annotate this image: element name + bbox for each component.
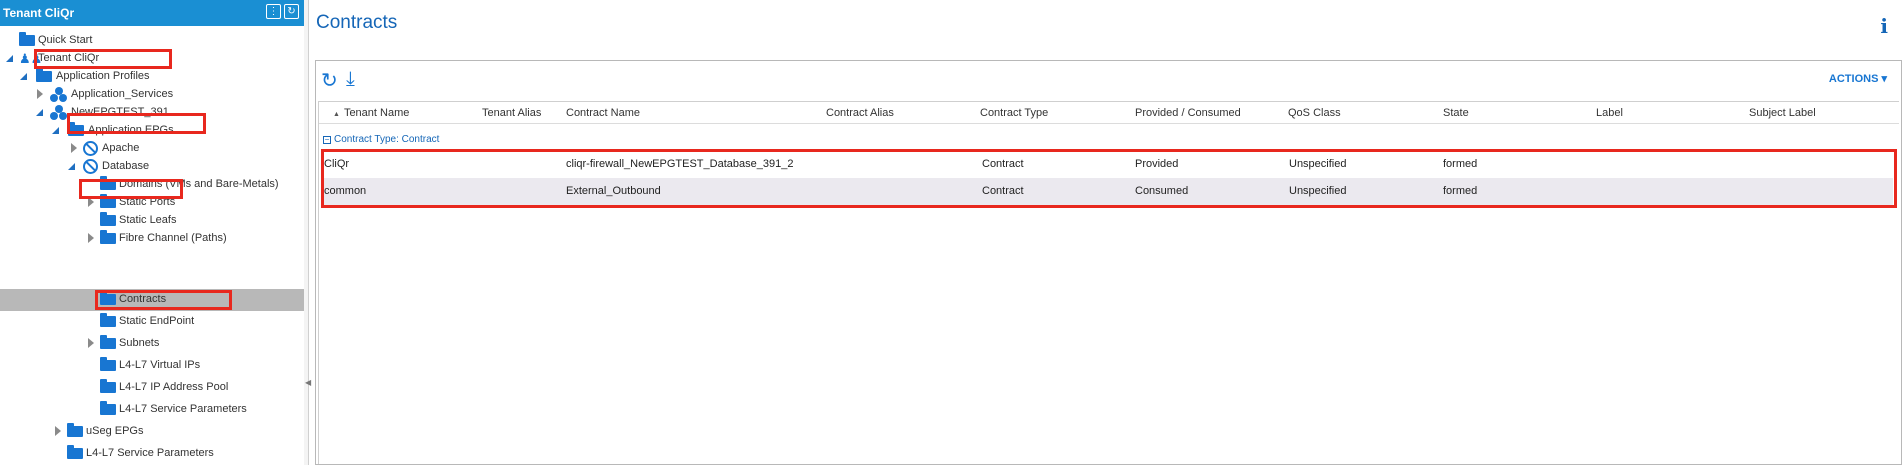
folder-icon — [67, 445, 83, 459]
nav-header: Tenant CliQr ⋮ ↻ — [0, 0, 304, 26]
folder-icon — [100, 401, 116, 415]
folder-icon — [100, 379, 116, 393]
actions-label: ACTIONS — [1828, 73, 1879, 85]
refresh-icon[interactable]: ↻ — [284, 4, 299, 19]
collapse-icon[interactable] — [68, 163, 75, 170]
expand-icon[interactable] — [88, 233, 94, 243]
app-profile-icon — [50, 87, 68, 103]
collapse-handle-icon[interactable]: ◀ — [305, 378, 311, 387]
tree-item-static-endpoint[interactable]: Static EndPoint — [0, 311, 304, 333]
app-profile-icon — [50, 105, 68, 121]
column-header-qos-class[interactable]: QoS Class — [1288, 107, 1341, 119]
epg-icon — [83, 141, 98, 156]
highlight-box — [34, 49, 172, 69]
tree-item-label: L4-L7 Service Parameters — [86, 447, 214, 459]
tree-item-profile-service-parameters[interactable]: L4-L7 Service Parameters — [0, 443, 304, 465]
tree-item-useg-epgs[interactable]: uSeg EPGs — [0, 421, 304, 443]
column-header-tenant-alias[interactable]: Tenant Alias — [482, 107, 541, 119]
tree-item-label: Fibre Channel (Paths) — [119, 232, 227, 244]
collapse-icon[interactable] — [6, 55, 13, 62]
actions-menu[interactable]: ACTIONS ▾ — [1829, 72, 1887, 85]
tree-item-label: Subnets — [119, 337, 160, 349]
tree-item-fibre-channel[interactable]: Fibre Channel (Paths) — [0, 228, 304, 250]
group-header[interactable]: − Contract Type: Contract — [323, 134, 439, 145]
info-icon[interactable]: i — [1880, 14, 1888, 38]
tree-item-label: uSeg EPGs — [86, 425, 144, 437]
tree-item-label: Static Leafs — [119, 214, 177, 226]
folder-icon — [19, 32, 35, 46]
content-pane: Contracts i ↻ ⤓ ACTIONS ▾ ▲ Tenant Name T… — [312, 0, 1902, 465]
tree-item-label: Application Profiles — [56, 70, 150, 82]
collapse-icon[interactable] — [20, 73, 27, 80]
tree-item-subnets[interactable]: Subnets — [0, 333, 304, 355]
folder-icon — [100, 212, 116, 226]
download-icon[interactable]: ⤓ — [346, 68, 355, 91]
folder-icon — [100, 335, 116, 349]
page-title: Contracts — [316, 12, 398, 33]
collapse-group-icon[interactable]: − — [323, 136, 331, 144]
tree-item-label: Static EndPoint — [119, 315, 195, 327]
column-header-label[interactable]: Label — [1596, 107, 1623, 119]
folder-icon — [100, 230, 116, 244]
folder-icon — [67, 423, 83, 437]
table-header: ▲ Tenant Name Tenant Alias Contract Name … — [319, 102, 1899, 124]
epg-icon — [83, 159, 98, 174]
toolbar: ↻ ⤓ ACTIONS ▾ — [316, 61, 1901, 101]
tree-item-label: L4-L7 IP Address Pool — [119, 381, 229, 393]
tree-item-label: Application_Services — [71, 88, 174, 100]
tree-item-label: Quick Start — [38, 34, 93, 46]
column-header-tenant-name[interactable]: ▲ Tenant Name — [333, 107, 409, 119]
caret-down-icon: ▾ — [1881, 73, 1887, 85]
tree-item-ip-address-pool[interactable]: L4-L7 IP Address Pool — [0, 377, 304, 399]
collapse-icon[interactable] — [36, 109, 43, 116]
share-icon[interactable]: ⋮ — [266, 4, 281, 19]
collapse-icon[interactable] — [52, 127, 59, 134]
folder-icon — [100, 357, 116, 371]
tree-item-service-parameters[interactable]: L4-L7 Service Parameters — [0, 399, 304, 421]
column-header-provided-consumed[interactable]: Provided / Consumed — [1135, 107, 1241, 119]
tree-item-label: L4-L7 Service Parameters — [119, 403, 247, 415]
expand-icon[interactable] — [71, 143, 77, 153]
tree-item-virtual-ips[interactable]: L4-L7 Virtual IPs — [0, 355, 304, 377]
contracts-panel: ↻ ⤓ ACTIONS ▾ ▲ Tenant Name Tenant Alias … — [315, 60, 1902, 465]
folder-icon — [100, 313, 116, 327]
tree-item-label: Database — [102, 160, 150, 172]
column-header-contract-alias[interactable]: Contract Alias — [826, 107, 894, 119]
group-label: Contract Type: Contract — [334, 134, 440, 145]
navigation-pane: Tenant CliQr ⋮ ↻ Quick Start ♟♟ Tenant C… — [0, 0, 305, 465]
tree-item-label: Apache — [102, 142, 140, 154]
contracts-table: ▲ Tenant Name Tenant Alias Contract Name … — [318, 101, 1899, 464]
highlight-box — [79, 179, 183, 199]
column-header-state[interactable]: State — [1443, 107, 1469, 119]
column-header-subject-label[interactable]: Subject Label — [1749, 107, 1816, 119]
column-header-contract-type[interactable]: Contract Type — [980, 107, 1048, 119]
expand-icon[interactable] — [37, 89, 43, 99]
pane-splitter[interactable]: ◀ — [304, 0, 311, 465]
nav-title: Tenant CliQr — [3, 6, 75, 20]
sort-ascending-icon: ▲ — [333, 111, 340, 118]
tree-item-label: L4-L7 Virtual IPs — [119, 359, 201, 371]
highlight-box — [321, 149, 1897, 208]
expand-icon[interactable] — [55, 426, 61, 436]
highlight-box — [67, 113, 206, 134]
refresh-icon[interactable]: ↻ — [321, 68, 338, 93]
expand-icon[interactable] — [88, 338, 94, 348]
highlight-box — [95, 290, 232, 310]
folder-icon — [36, 68, 52, 82]
column-header-contract-name[interactable]: Contract Name — [566, 107, 640, 119]
